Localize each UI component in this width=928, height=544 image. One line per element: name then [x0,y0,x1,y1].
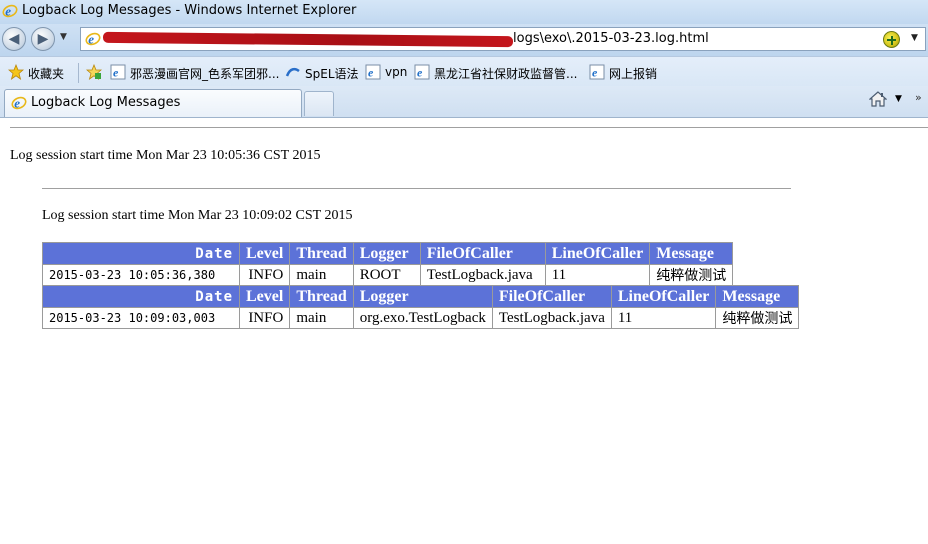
new-tab-button[interactable] [304,91,334,116]
header-level: Level [238,242,291,265]
add-favorite-star-icon [86,64,102,80]
ie-icon: e [2,3,18,19]
cell-line-of-caller: 11 [610,307,717,329]
tab-ie-icon: e [11,95,27,111]
cell-logger: org.exo.TestLogback [352,307,493,329]
add-favorite-button[interactable] [86,64,104,82]
address-dropdown-icon[interactable]: ▼ [911,33,918,43]
cell-file-of-caller: TestLogback.java [491,307,612,329]
header-line-of-caller: LineOfCaller [610,285,717,308]
cell-thread: main [289,307,354,329]
favorite-label: 邪恶漫画官网_色系军团邪... [130,67,280,81]
tab-logback-log-messages[interactable]: e Logback Log Messages [4,89,302,117]
favorite-label: 网上报销 [609,67,658,81]
favorite-page-icon: e [589,64,605,80]
table-header-row: Date Level Thread Logger FileOfCaller Li… [42,285,800,308]
header-file-of-caller: FileOfCaller [491,285,612,308]
favorites-star-icon [8,64,24,80]
navigation-bar: ◀ ▶ ▼ e logs\exo\.2015-03-23.log.html ▼ [0,24,928,56]
table-row: 2015-03-23 10:09:03,003 INFO main org.ex… [42,307,800,329]
forward-button[interactable]: ▶ [31,27,55,51]
svg-text:e: e [113,66,119,80]
svg-text:e: e [88,32,94,47]
log-table-1: Date Level Thread Logger FileOfCaller Li… [42,242,734,286]
recent-pages-dropdown-icon[interactable]: ▼ [60,32,67,42]
header-date: Date [42,242,240,265]
chevron-more-icon[interactable]: » [915,91,922,104]
divider [10,127,928,128]
cell-thread: main [289,264,354,286]
cell-message: 纯粹做测试 [649,264,734,286]
address-bar[interactable]: e logs\exo\.2015-03-23.log.html ▼ [80,27,926,51]
cell-level: INFO [238,264,291,286]
cell-level: INFO [238,307,291,329]
header-thread: Thread [289,285,354,308]
favorite-page-icon: e [365,64,381,80]
header-message: Message [649,242,734,265]
favorite-page-icon: e [414,64,430,80]
cell-date: 2015-03-23 10:05:36,380 [42,264,240,286]
header-file-of-caller: FileOfCaller [419,242,546,265]
header-line-of-caller: LineOfCaller [544,242,651,265]
cell-line-of-caller: 11 [544,264,651,286]
favorites-separator [78,63,79,83]
session-start-2: Log session start time Mon Mar 23 10:09:… [42,208,353,223]
spel-icon [285,65,301,81]
home-icon[interactable] [869,90,887,108]
page-content: Log session start time Mon Mar 23 10:05:… [0,118,928,544]
header-thread: Thread [289,242,354,265]
divider [42,188,791,189]
tab-label: Logback Log Messages [31,95,181,110]
svg-text:e: e [417,66,423,80]
back-arrow-icon: ◀ [8,31,20,47]
page-icon: e [85,31,101,47]
window-title: Logback Log Messages - Windows Internet … [22,3,357,18]
tab-bar: e Logback Log Messages ▼ » [0,86,928,118]
header-logger: Logger [352,285,493,308]
table-header-row: Date Level Thread Logger FileOfCaller Li… [42,242,734,265]
cell-file-of-caller: TestLogback.java [419,264,546,286]
svg-text:e: e [368,66,374,80]
favorite-label: vpn [385,65,408,79]
redacted-url-mark [103,31,513,48]
favorites-bar: 收藏夹 e 邪恶漫画官网_色系军团邪... SpEL语法 e vpn e 黑龙江… [0,56,928,86]
header-message: Message [715,285,800,308]
header-logger: Logger [352,242,421,265]
table-row: 2015-03-23 10:05:36,380 INFO main ROOT T… [42,264,734,286]
favorite-label: 黑龙江省社保财政监督管... [434,67,578,81]
svg-text:e: e [14,96,20,111]
favorites-label: 收藏夹 [28,67,65,81]
header-date: Date [42,285,240,308]
svg-text:e: e [5,4,11,19]
cell-logger: ROOT [352,264,421,286]
cell-date: 2015-03-23 10:09:03,003 [42,307,240,329]
home-dropdown-icon[interactable]: ▼ [895,94,902,104]
address-url: logs\exo\.2015-03-23.log.html [513,31,709,46]
session-start-1: Log session start time Mon Mar 23 10:05:… [10,148,321,163]
favorite-label: SpEL语法 [305,67,359,81]
compatibility-add-icon[interactable] [883,31,900,48]
back-button[interactable]: ◀ [2,27,26,51]
favorite-page-icon: e [110,64,126,80]
header-level: Level [238,285,291,308]
svg-text:e: e [592,66,598,80]
title-bar: e Logback Log Messages - Windows Interne… [0,0,928,24]
forward-arrow-icon: ▶ [37,31,49,47]
log-table-2: Date Level Thread Logger FileOfCaller Li… [42,285,800,329]
cell-message: 纯粹做测试 [715,307,800,329]
